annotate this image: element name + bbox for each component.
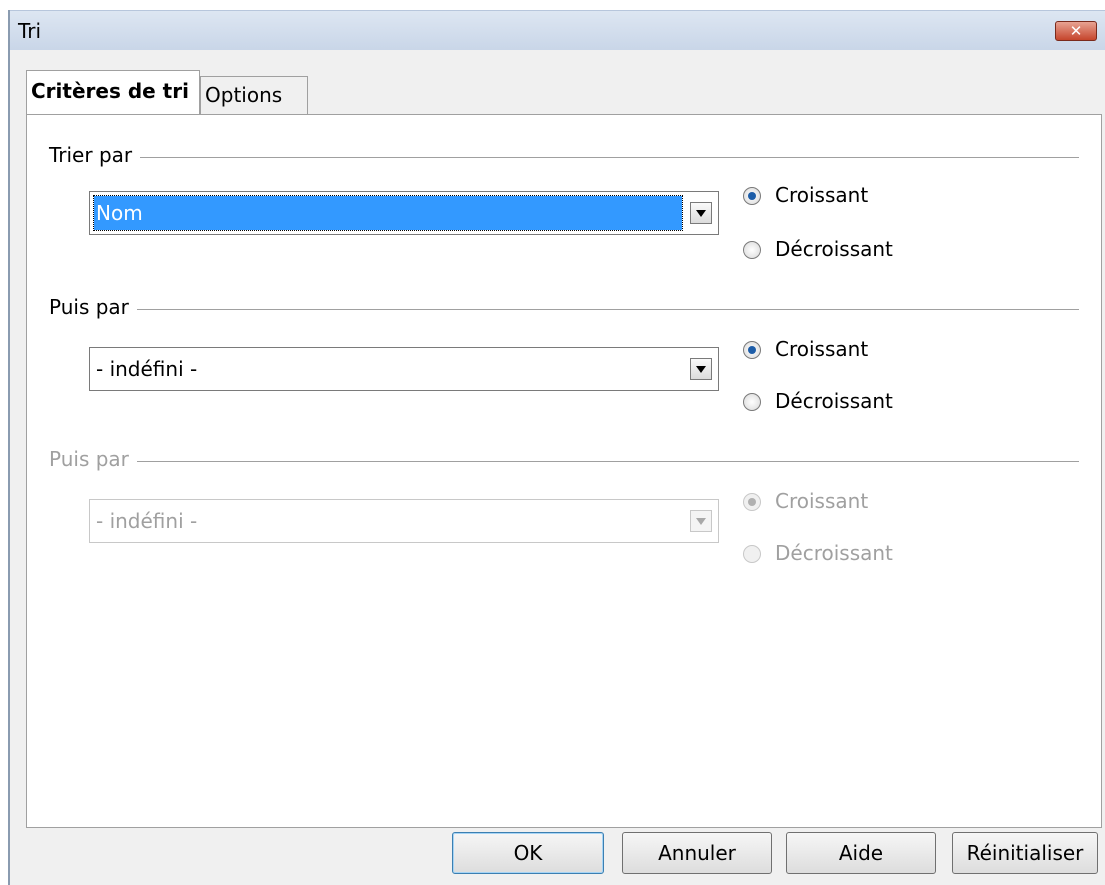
help-button[interactable]: Aide [786,832,936,874]
sort-key-1-legend: Trier par [49,143,141,167]
radio-label: Croissant [775,489,869,513]
sort-key-1-group: Trier par Nom Croissant Décroissant [49,143,1079,263]
radio-unchecked-icon [743,545,761,563]
select-value: - indéfini - [96,357,198,381]
tab-sort-criteria[interactable]: Critères de tri [26,70,200,114]
sort-key-2-select[interactable]: - indéfini - [89,347,719,391]
separator-line [49,309,1079,310]
radio-label: Croissant [775,183,869,207]
sort-key-1-select[interactable]: Nom [89,191,719,235]
sort-key-3-legend: Puis par [49,447,137,471]
dialog-title: Tri [18,19,42,43]
radio-label: Décroissant [775,389,893,413]
sort-key-3-group: Puis par - indéfini - Croissant Décroiss… [49,447,1079,567]
ok-button[interactable]: OK [452,832,604,874]
radio-checked-icon [743,341,761,359]
sort-key-3-select: - indéfini - [89,499,719,543]
tab-options[interactable]: Options [200,76,308,114]
reset-button[interactable]: Réinitialiser [952,832,1098,874]
sort-criteria-panel: Trier par Nom Croissant Décroissant Puis… [26,114,1102,828]
sort-key-2-group: Puis par - indéfini - Croissant Décroiss… [49,295,1079,415]
radio-label: Décroissant [775,237,893,261]
radio-checked-icon [743,493,761,511]
select-value: Nom [93,195,683,231]
select-value: - indéfini - [96,509,198,533]
sort-dialog: Tri ✕ Critères de tri Options Trier par … [8,10,1105,885]
radio-unchecked-icon [743,241,761,259]
separator-line [49,157,1079,158]
cancel-button[interactable]: Annuler [622,832,772,874]
chevron-down-icon[interactable] [690,202,712,224]
title-bar[interactable]: Tri ✕ [10,10,1105,50]
tab-label: Critères de tri [31,79,189,103]
radio-label: Croissant [775,337,869,361]
sort-key-2-legend: Puis par [49,295,137,319]
radio-unchecked-icon [743,393,761,411]
tab-label: Options [205,83,283,107]
close-icon[interactable]: ✕ [1055,21,1097,41]
radio-checked-icon [743,187,761,205]
chevron-down-icon [690,510,712,532]
chevron-down-icon[interactable] [690,358,712,380]
radio-label: Décroissant [775,541,893,565]
separator-line [49,461,1079,462]
